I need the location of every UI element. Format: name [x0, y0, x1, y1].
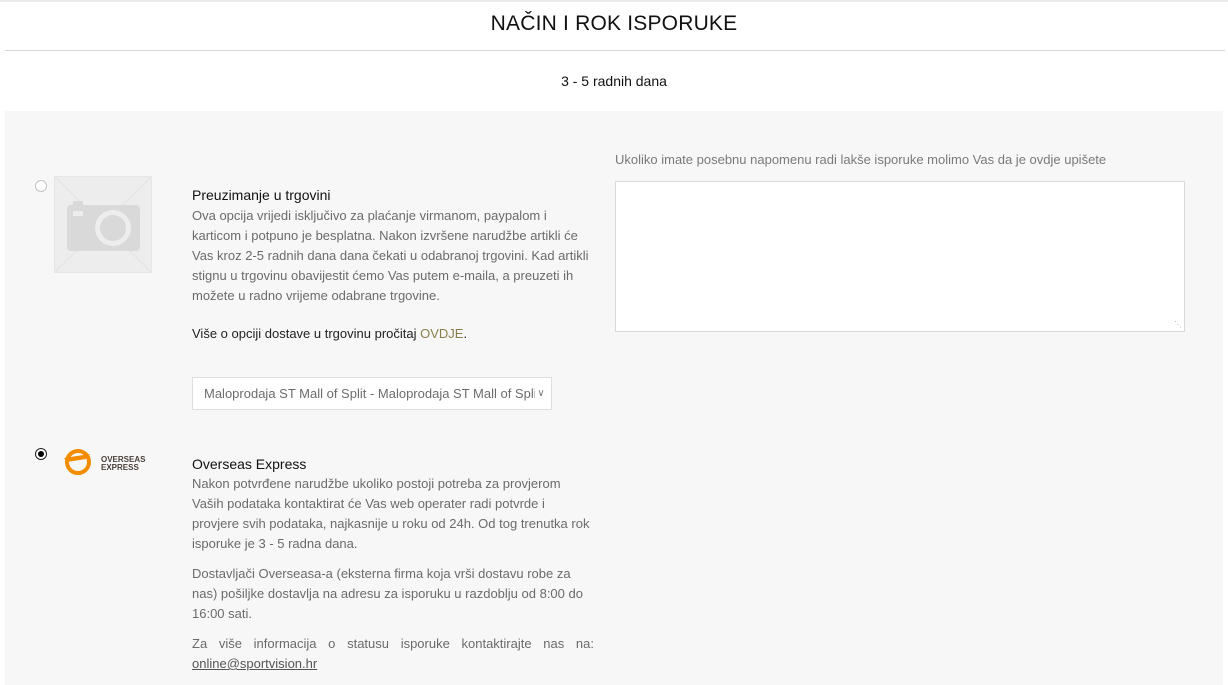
store-pickup-radio[interactable] [35, 180, 47, 192]
top-border [0, 0, 1228, 2]
logo-line-2: EXPRESS [101, 463, 139, 472]
page-title: NAČIN I ROK ISPORUKE [490, 12, 738, 35]
overseas-paragraph-2: Dostavljači Overseasa-a (eksterna firma … [192, 566, 583, 621]
camera-placeholder-icon [54, 176, 152, 273]
store-select[interactable]: Maloprodaja ST Mall of Split - Maloproda… [192, 377, 552, 410]
more-info-link[interactable]: OVDJE [420, 326, 463, 341]
more-info-end: . [463, 326, 468, 341]
overseas-express-radio[interactable] [35, 448, 47, 460]
overseas-email-line: online@sportvision.hr [192, 654, 594, 674]
note-textarea[interactable]: ⋱ [615, 181, 1185, 332]
delivery-time-label: 3 - 5 radnih dana [561, 73, 667, 89]
chevron-down-icon: ∨ [535, 378, 547, 409]
overseas-express-logo: OVERSEAS EXPRESS [60, 449, 150, 475]
title-divider [5, 50, 1225, 51]
support-email-link[interactable]: online@sportvision.hr [192, 656, 317, 671]
overseas-express-title: Overseas Express [192, 456, 307, 472]
store-pickup-description: Ova opcija vrijedi isključivo za plaćanj… [192, 208, 589, 303]
overseas-paragraph-1: Nakon potvrđene narudžbe ukoliko postoji… [192, 476, 590, 551]
store-pickup-more: Više o opciji dostave u trgovinu pročita… [192, 326, 467, 341]
store-select-value: Maloprodaja ST Mall of Split - Maloproda… [204, 386, 541, 401]
more-info-text: Više o opciji dostave u trgovinu pročita… [192, 326, 421, 341]
resize-grip-icon[interactable]: ⋱ [1174, 321, 1182, 329]
note-label: Ukoliko imate posebnu napomenu radi lakš… [615, 152, 1107, 167]
store-pickup-title: Preuzimanje u trgovini [192, 187, 331, 203]
overseas-paragraph-3: Za više informacija o statusu isporuke k… [192, 636, 594, 651]
